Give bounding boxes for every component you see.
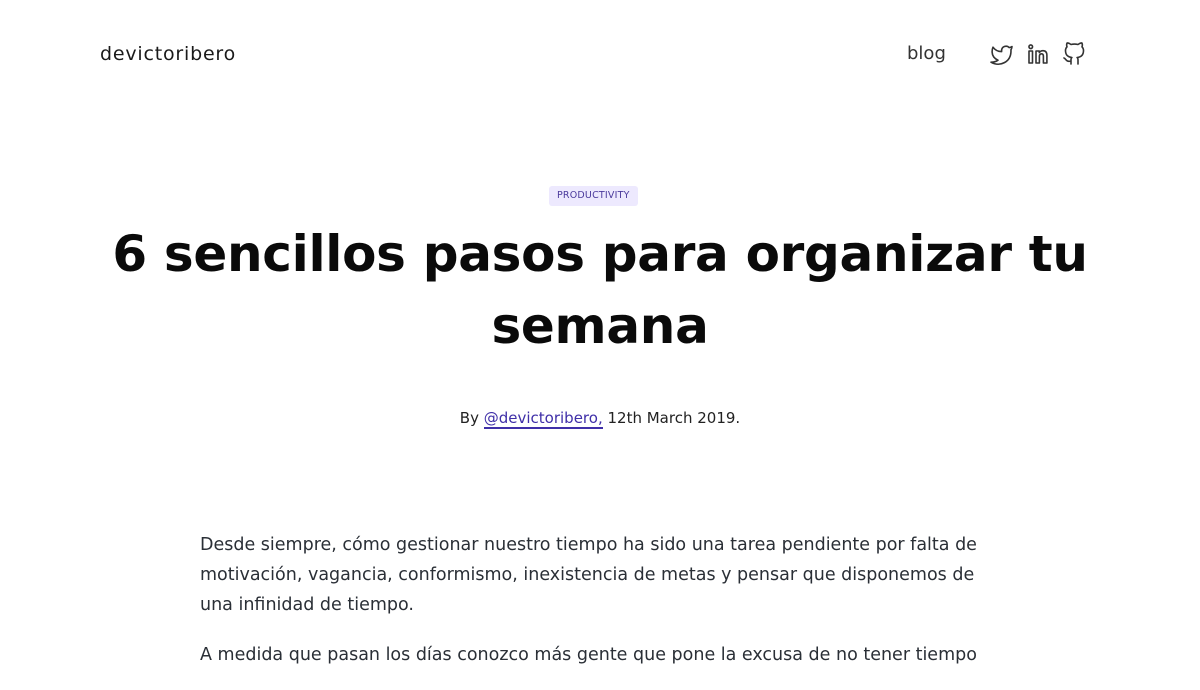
article-body: Desde siempre, cómo gestionar nuestro ti…	[200, 530, 1000, 690]
github-link[interactable]	[1062, 42, 1086, 66]
paragraph: A medida que pasan los días conozco más …	[200, 645, 977, 665]
twitter-icon	[990, 45, 1013, 65]
nav-blog-link[interactable]: blog	[907, 40, 946, 68]
article-title: 6 sencillos pasos para organizar tu sema…	[112, 225, 1088, 355]
twitter-link[interactable]	[990, 42, 1014, 66]
article-byline: By @devictoribero, 12th March 2019.	[0, 406, 1200, 430]
github-icon	[1063, 42, 1085, 65]
linkedin-link[interactable]	[1026, 42, 1050, 66]
category-tag[interactable]: PRODUCTIVITY	[549, 186, 638, 206]
paragraph: Desde siempre, cómo gestionar nuestro ti…	[200, 535, 977, 615]
byline-prefix: By	[459, 409, 479, 427]
author-link[interactable]: @devictoribero,	[483, 409, 603, 429]
linkedin-icon	[1028, 44, 1048, 64]
publish-date: 12th March 2019.	[607, 409, 741, 427]
site-header: devictoribero blog	[0, 0, 1200, 108]
brand-logo-link[interactable]: devictoribero	[100, 40, 236, 68]
